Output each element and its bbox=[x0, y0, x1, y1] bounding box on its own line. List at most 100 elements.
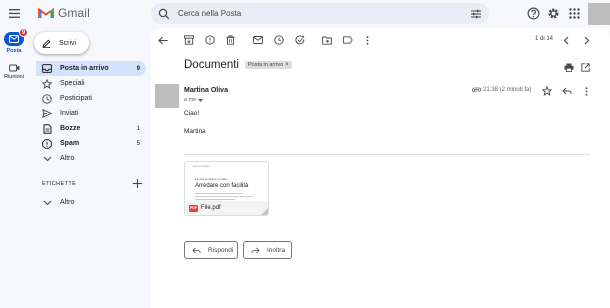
attachment-divider bbox=[184, 154, 590, 155]
attachment-clip-icon bbox=[472, 87, 482, 93]
chevron-right-icon bbox=[584, 36, 590, 44]
label-chip[interactable]: Posta in arrivo × bbox=[244, 61, 292, 69]
chevron-down-icon bbox=[42, 154, 52, 164]
reply-icon bbox=[562, 87, 572, 95]
apps-grid-icon[interactable] bbox=[568, 7, 581, 20]
top-bar: Gmail bbox=[0, 0, 610, 28]
add-label-icon[interactable] bbox=[133, 179, 142, 188]
message-more-button[interactable] bbox=[580, 85, 592, 97]
nav-item-spam[interactable]: Spam 5 bbox=[36, 136, 146, 151]
label-chip-text: Posta in arrivo bbox=[247, 62, 284, 68]
search-options-icon[interactable] bbox=[470, 8, 482, 20]
clock-icon bbox=[42, 93, 52, 104]
search-input[interactable] bbox=[178, 9, 470, 18]
clock-icon bbox=[274, 35, 284, 45]
add-to-tasks-button[interactable] bbox=[294, 34, 306, 46]
forward-action-button[interactable]: Inoltra bbox=[243, 241, 292, 259]
pencil-icon bbox=[42, 39, 51, 48]
trash-icon bbox=[226, 35, 234, 45]
attachment-card[interactable]: www.example.it La vita semplice in casa … bbox=[184, 161, 269, 216]
send-icon bbox=[42, 109, 52, 119]
nav-item-snoozed[interactable]: Posticipati bbox=[36, 91, 146, 106]
forward-label: Inoltra bbox=[267, 246, 286, 254]
nav-item-sent[interactable]: Inviati bbox=[36, 106, 146, 121]
sender-avatar[interactable] bbox=[155, 84, 179, 108]
labels-list: Altro bbox=[36, 195, 146, 210]
more-options-button[interactable] bbox=[361, 34, 373, 46]
move-to-button[interactable] bbox=[321, 34, 333, 46]
preview-text-line bbox=[195, 193, 243, 194]
nav-count: 5 bbox=[136, 140, 140, 147]
email-subject: Documenti bbox=[184, 59, 239, 71]
recipient-row[interactable]: a me bbox=[184, 97, 204, 103]
rail-meet-label: Riunioni bbox=[4, 74, 24, 80]
gmail-m-icon bbox=[38, 7, 54, 18]
star-button[interactable] bbox=[541, 85, 553, 97]
chevron-down-icon bbox=[42, 198, 52, 208]
print-button[interactable] bbox=[563, 61, 575, 73]
help-icon[interactable] bbox=[527, 7, 540, 20]
rail-item-mail[interactable]: 9 Posta bbox=[0, 28, 28, 54]
open-new-window-button[interactable] bbox=[579, 61, 591, 73]
snooze-button[interactable] bbox=[273, 34, 285, 46]
search-bar[interactable] bbox=[151, 3, 489, 24]
star-icon bbox=[542, 86, 552, 96]
nav-item-more[interactable]: Altro bbox=[36, 151, 146, 166]
nav-label: Bozze bbox=[60, 125, 81, 132]
archive-button[interactable] bbox=[183, 34, 195, 46]
gmail-logo[interactable]: Gmail bbox=[38, 6, 90, 20]
draft-icon bbox=[42, 123, 52, 134]
account-avatar[interactable] bbox=[588, 3, 610, 25]
folder-nav: Posta in arrivo 9 Speciali Posticipati I… bbox=[36, 61, 146, 166]
mail-icon bbox=[253, 36, 263, 44]
labels-title: ETICHETTE bbox=[42, 180, 77, 187]
video-camera-icon bbox=[8, 64, 19, 72]
compose-button[interactable]: Scrivi bbox=[34, 32, 89, 54]
nav-item-starred[interactable]: Speciali bbox=[36, 76, 146, 91]
sender-name[interactable]: Martina Oliva bbox=[184, 87, 228, 94]
more-vertical-icon bbox=[585, 86, 587, 96]
back-button[interactable] bbox=[157, 34, 169, 46]
remove-label-icon[interactable]: × bbox=[285, 62, 289, 68]
app-name: Gmail bbox=[58, 6, 90, 20]
rail-item-meet[interactable]: Riunioni bbox=[0, 64, 28, 80]
nav-item-drafts[interactable]: Bozze 1 bbox=[36, 121, 146, 136]
older-button[interactable] bbox=[581, 34, 593, 46]
nav-label: Altro bbox=[60, 155, 75, 162]
mail-icon bbox=[9, 35, 19, 43]
reply-label: Rispondi bbox=[208, 246, 234, 254]
rail-mail-pill: 9 bbox=[4, 28, 28, 46]
pagination-text: 1 di 14 bbox=[535, 36, 554, 42]
reply-action-button[interactable]: Rispondi bbox=[184, 241, 238, 259]
email-body-line: Martina bbox=[184, 128, 206, 135]
compose-label: Scrivi bbox=[59, 39, 77, 47]
label-tag-icon bbox=[343, 36, 353, 44]
reply-button[interactable] bbox=[561, 85, 573, 97]
reply-icon bbox=[192, 247, 201, 253]
preview-header-text: www.example.it bbox=[193, 165, 211, 168]
app-rail: 9 Posta Riunioni bbox=[0, 28, 28, 308]
preview-title: Arredare con facilità bbox=[195, 183, 249, 189]
labels-button[interactable] bbox=[342, 34, 354, 46]
star-icon bbox=[42, 78, 52, 89]
mark-unread-button[interactable] bbox=[252, 34, 264, 46]
message-view: 1 di 14 Documenti Posta in arrivo × Mart… bbox=[151, 28, 610, 308]
preview-kicker: La vita semplice in casa bbox=[195, 177, 227, 181]
nav-label: Speciali bbox=[60, 80, 85, 87]
chevron-left-icon bbox=[563, 36, 569, 44]
delete-button[interactable] bbox=[224, 34, 236, 46]
report-spam-button[interactable] bbox=[204, 34, 216, 46]
nav-item-inbox[interactable]: Posta in arrivo 9 bbox=[36, 61, 146, 76]
nav-item-labels-more[interactable]: Altro bbox=[36, 195, 146, 210]
main-menu-button[interactable] bbox=[6, 5, 23, 22]
archive-icon bbox=[184, 35, 194, 45]
nav-count: 9 bbox=[136, 65, 140, 72]
settings-gear-icon[interactable] bbox=[547, 7, 560, 20]
attachment-filename: File.pdf bbox=[201, 205, 221, 211]
search-icon[interactable] bbox=[158, 8, 170, 20]
newer-button[interactable] bbox=[560, 34, 572, 46]
add-task-icon bbox=[295, 35, 305, 45]
forward-icon bbox=[251, 247, 260, 253]
print-icon bbox=[564, 63, 574, 72]
preview-text-line bbox=[195, 196, 253, 197]
